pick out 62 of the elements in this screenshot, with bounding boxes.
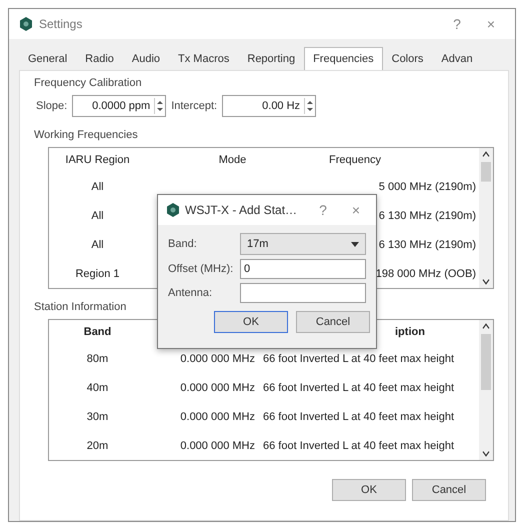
section-title: Working Frequencies xyxy=(34,129,139,141)
table-cell-text: Region 1 xyxy=(74,266,121,282)
scrollbar[interactable] xyxy=(479,148,493,288)
intercept-field[interactable]: 0.00 Hz xyxy=(222,95,316,117)
tab[interactable]: General xyxy=(19,47,76,70)
column-header[interactable]: Band xyxy=(80,320,116,344)
table-cell-text: 80m xyxy=(86,352,110,366)
spin-arrows-icon[interactable] xyxy=(154,98,166,114)
tab[interactable]: Radio xyxy=(76,47,123,70)
section-title: Frequency Calibration xyxy=(34,77,143,89)
slope-field[interactable]: 0.0000 ppm xyxy=(72,95,166,117)
table-cell-text: 5 000 MHz (2190m) xyxy=(378,180,477,194)
antenna-label: Antenna: xyxy=(168,287,214,299)
caret-icon xyxy=(351,242,359,246)
table-cell-text: 66 foot Inverted L at 40 feet max height xyxy=(262,352,455,366)
column-header[interactable]: Mode xyxy=(214,148,250,172)
band-label: Band: xyxy=(168,238,198,250)
table-cell-text: 198 000 MHz (OOB) xyxy=(374,266,477,282)
spin-arrows-icon[interactable] xyxy=(304,98,316,114)
band-dropdown[interactable]: 17m xyxy=(240,233,366,255)
table-cell-text: 0.000 000 MHz xyxy=(179,410,256,424)
help-button[interactable]: ? xyxy=(309,202,337,218)
cancel-button[interactable]: Cancel xyxy=(412,479,486,501)
antenna-field[interactable] xyxy=(240,283,366,303)
tab[interactable]: Tx Macros xyxy=(169,47,238,70)
scrollbar[interactable] xyxy=(479,320,493,460)
table-cell-text: 0.000 000 MHz xyxy=(179,352,256,366)
table-cell-text: 66 foot Inverted L at 40 feet max height xyxy=(262,438,455,454)
app-logo-icon xyxy=(19,17,33,31)
section-title: Station Information xyxy=(34,301,128,313)
tab[interactable]: Frequencies xyxy=(304,47,383,70)
tab[interactable]: Advan xyxy=(432,47,482,70)
table-cell-text: All xyxy=(90,180,105,194)
table-cell-text: 66 foot Inverted L at 40 feet max height xyxy=(262,380,455,396)
table-cell-text: 0.000 000 MHz xyxy=(179,380,256,396)
table-cell-text: All xyxy=(90,238,105,252)
table-cell-text: 40m xyxy=(86,380,110,396)
table-cell-text: 6 130 MHz (2190m) xyxy=(378,238,477,252)
close-button[interactable]: × xyxy=(342,202,370,218)
app-logo-icon xyxy=(166,203,180,217)
table-cell-text: 6 130 MHz (2190m) xyxy=(378,208,477,224)
column-header[interactable]: Frequency xyxy=(319,148,385,172)
table-cell-text: 66 foot Inverted L at 40 feet max height xyxy=(262,410,455,424)
table-cell-text: 20m xyxy=(86,438,110,454)
table-cell-text: 30m xyxy=(86,410,110,424)
table-cell-text: 0.000 000 MHz xyxy=(179,438,256,454)
window-title: Settings xyxy=(39,17,84,31)
ok-button[interactable]: OK xyxy=(332,479,406,501)
offset-field[interactable]: 0 xyxy=(240,259,366,279)
tab[interactable]: Audio xyxy=(122,47,170,70)
help-button[interactable]: ? xyxy=(443,16,471,32)
close-button[interactable]: × xyxy=(477,16,505,32)
table-cell-text: All xyxy=(90,208,105,224)
offset-label: Offset (MHz): xyxy=(168,263,234,275)
cancel-button[interactable]: Cancel xyxy=(296,311,370,333)
dialog-title: WSJT-X - Add Stat… xyxy=(185,203,298,217)
slope-label: Slope: xyxy=(36,100,68,112)
tab[interactable]: Reporting xyxy=(238,47,304,70)
tab[interactable]: Colors xyxy=(382,47,432,70)
column-header[interactable]: IARU Region xyxy=(61,148,134,172)
ok-button[interactable]: OK xyxy=(214,311,288,333)
intercept-label: Intercept: xyxy=(171,100,218,112)
